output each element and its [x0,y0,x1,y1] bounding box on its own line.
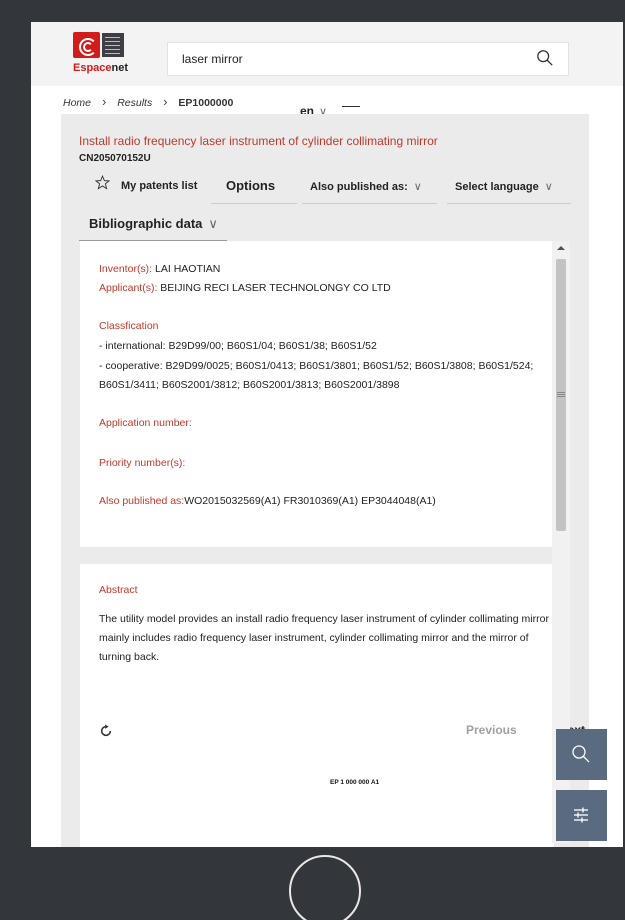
also-published-label: Also published as: [310,181,408,193]
search-icon[interactable] [536,49,554,67]
select-language-label: Select language [455,181,539,193]
also-published-field: Also published as:WO2015032569(A1) FR301… [99,492,436,511]
epo-text-icon [102,33,124,57]
scroll-grip-icon [557,392,565,397]
classification-heading: Classfication [99,320,159,332]
tablet-frame: Espacenet laser mirror Home › Results › … [0,0,625,920]
floating-filter-button[interactable] [556,790,607,841]
bibliographic-panel: Inventor(s): LAI HAOTIAN Applicant(s): B… [80,241,554,547]
options-button[interactable]: Options [226,178,275,193]
priority-number-label: Priority number(s): [99,457,186,469]
inventor-value: LAI HAOTIAN [155,263,221,275]
refresh-icon[interactable] [99,724,113,738]
also-published-dropdown[interactable]: Also published as: ∨ [310,180,422,193]
document-page-label: EP 1 000 000 A1 [330,779,380,786]
applicant-value: BEIJING RECI LASER TECHNOLONGY CO LTD [160,282,391,294]
divider [302,203,437,204]
search-query: laser mirror [182,52,243,66]
home-button-icon[interactable] [289,855,361,920]
breadcrumb-results[interactable]: Results [117,97,152,109]
application-number-field: Application number: [99,414,192,433]
inventor-label: Inventor(s): [99,263,153,275]
abstract-text: The utility model provides an install ra… [99,613,549,663]
epo-logo-icon [73,32,100,58]
floating-search-button[interactable] [556,729,607,780]
classification-cooperative: - cooperative: B29D99/0025; B60S1/0413; … [99,360,534,391]
logo-label-dark: net [111,62,129,74]
also-published-value[interactable]: WO2015032569(A1) FR3010369(A1) EP3044048… [184,495,436,507]
breadcrumb-home[interactable]: Home [63,97,91,109]
espacenet-logo[interactable]: Espacenet [73,32,133,77]
abstract-panel: Abstract The utility model provides an i… [80,564,554,728]
document-title: Install radio frequency laser instrument… [79,134,438,148]
inventor-field: Inventor(s): LAI HAOTIAN [99,260,220,279]
classification-international: - international: B29D99/00; B60S1/04; B6… [99,340,377,352]
chevron-down-icon: ∨ [208,216,218,231]
browser-screen: Espacenet laser mirror Home › Results › … [31,22,623,847]
application-number-label: Application number: [99,417,192,429]
app-header: Espacenet laser mirror [31,22,623,86]
select-language-dropdown[interactable]: Select language ∨ [455,180,553,193]
logo-label: Espacenet [73,62,128,74]
tab-bibliographic-data[interactable]: Bibliographic data ∨ [89,216,218,232]
chevron-down-icon: ∨ [544,181,553,193]
document-number: CN205070152U [79,153,151,164]
abstract-heading: Abstract [99,584,138,596]
filter-icon [574,807,588,823]
chevron-right-icon: › [101,94,107,109]
chevron-right-icon: › [163,94,168,109]
breadcrumb-current: EP1000000 [178,97,234,109]
priority-number-field: Priority number(s): [99,454,185,473]
star-icon[interactable] [95,175,110,190]
classification-label: Classfication [99,317,159,336]
applicant-label: Applicant(s): [99,282,158,294]
applicant-field: Applicant(s): BEIJING RECI LASER TECHNOL… [99,279,391,298]
breadcrumb: Home › Results › EP1000000 [63,94,233,109]
also-published-field-label: Also published as: [99,495,185,507]
search-icon [572,745,590,763]
divider [211,203,297,204]
my-patents-list-button[interactable]: My patents list [121,180,197,192]
previous-button[interactable]: Previous [466,723,517,737]
logo-label-red: Espace [73,62,112,74]
divider [447,203,571,204]
tab-label: Bibliographic data [89,216,203,231]
chevron-down-icon: ∨ [413,181,422,193]
search-input[interactable]: laser mirror [167,42,569,76]
document-viewer-panel: Previous Next EP 1 000 000 A1 [80,710,585,847]
scroll-up-arrow-icon[interactable] [557,246,565,250]
